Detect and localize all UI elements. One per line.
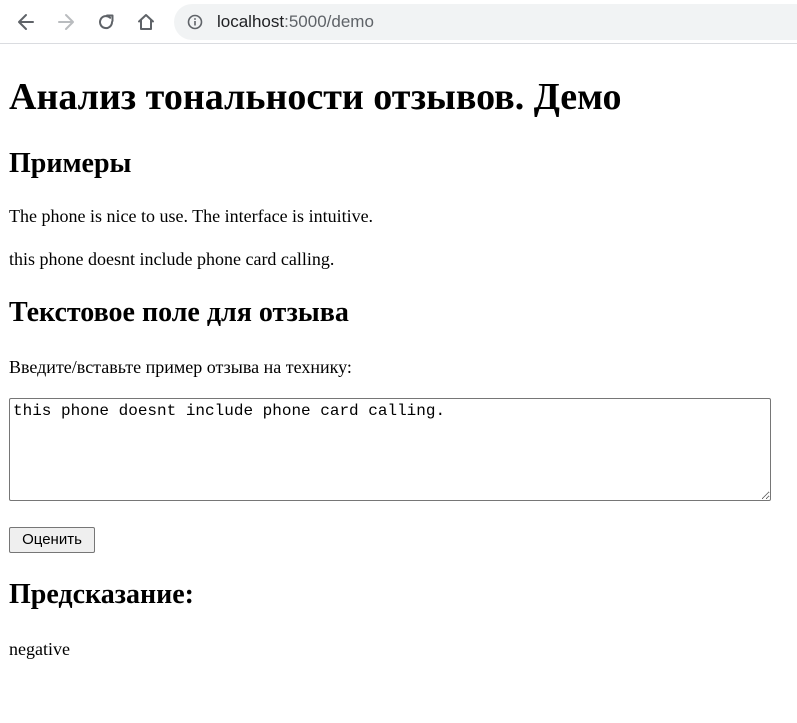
- example-review-2: this phone doesnt include phone card cal…: [9, 249, 335, 269]
- forward-button[interactable]: [51, 7, 81, 37]
- forward-arrow-icon: [58, 14, 74, 30]
- info-icon[interactable]: [187, 14, 203, 30]
- address-bar[interactable]: localhost:5000/demo: [174, 4, 797, 40]
- url-text[interactable]: localhost:5000/demo: [217, 12, 374, 32]
- review-textarea[interactable]: this phone doesnt include phone card cal…: [9, 398, 771, 501]
- review-input-label: Введите/вставьте пример отзыва на техник…: [9, 357, 352, 377]
- examples-heading: Примеры: [9, 148, 132, 179]
- back-arrow-icon: [18, 14, 34, 30]
- back-button[interactable]: [11, 7, 41, 37]
- page-title: Анализ тональности отзывов. Демо: [9, 76, 622, 118]
- url-host: localhost: [217, 12, 285, 31]
- reload-icon: [99, 14, 114, 30]
- prediction-heading: Предсказание:: [9, 579, 194, 610]
- home-icon: [138, 14, 154, 30]
- home-button[interactable]: [131, 7, 161, 37]
- reload-button[interactable]: [91, 7, 121, 37]
- prediction-value: negative: [9, 639, 70, 659]
- url-path: :5000/demo: [284, 12, 374, 31]
- evaluate-button[interactable]: Оценить: [9, 527, 95, 553]
- example-review-1: The phone is nice to use. The interface …: [9, 206, 374, 226]
- browser-toolbar: localhost:5000/demo: [0, 0, 797, 44]
- textfield-heading: Текстовое поле для отзыва: [9, 297, 349, 328]
